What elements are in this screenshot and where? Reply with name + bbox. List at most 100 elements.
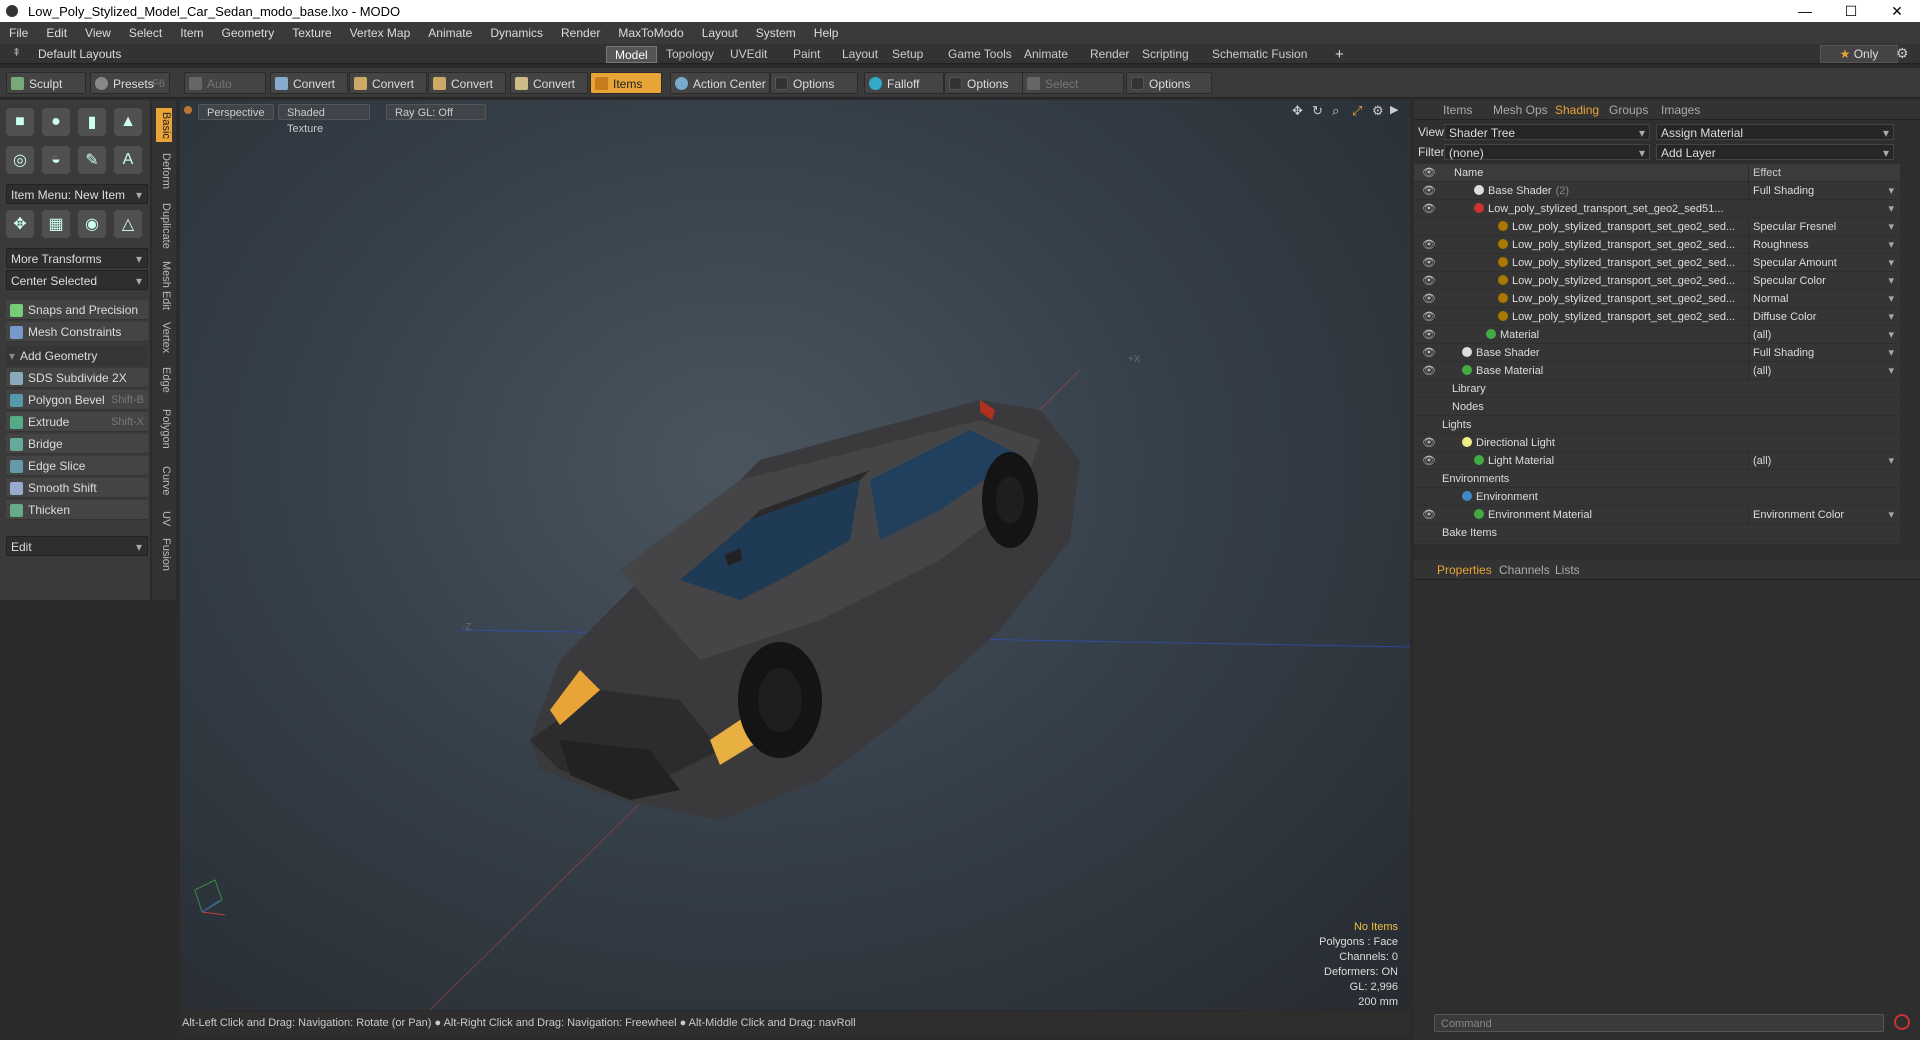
effect-cell[interactable]: (all)	[1748, 362, 1898, 380]
minimize-button[interactable]: —	[1782, 0, 1828, 22]
default-layouts-dropdown[interactable]: Default Layouts	[38, 47, 121, 61]
tree-row[interactable]: Environment	[1414, 488, 1900, 506]
tab-channels[interactable]: Channels	[1492, 562, 1557, 579]
eye-icon[interactable]: 👁	[1422, 254, 1436, 272]
eye-icon[interactable]: 👁	[1422, 344, 1436, 362]
tab-animate[interactable]: Animate	[1016, 46, 1076, 63]
tree-row[interactable]: 👁 Environment Material Environment Color	[1414, 506, 1900, 524]
menu-system[interactable]: System	[747, 26, 805, 40]
vtab-edge[interactable]: Edge	[156, 364, 172, 396]
vtab-deform[interactable]: Deform	[156, 148, 172, 194]
convert-edge-button[interactable]: Convert	[349, 72, 427, 94]
globe-icon[interactable]: ◉	[78, 210, 106, 238]
eye-icon[interactable]: 👁	[1422, 362, 1436, 380]
tool-thicken[interactable]: Thicken	[6, 500, 148, 520]
menu-item[interactable]: Item	[171, 26, 212, 40]
eye-icon[interactable]: 👁	[1422, 182, 1436, 200]
tree-row[interactable]: 👁 Low_poly_stylized_transport_set_geo2_se…	[1414, 200, 1900, 218]
effect-column-header[interactable]: Effect	[1748, 164, 1898, 182]
transform-icon[interactable]: ✥	[6, 210, 34, 238]
tree-row[interactable]: 👁 Base Material (all)	[1414, 362, 1900, 380]
more-transforms-dropdown[interactable]: More Transforms	[6, 248, 148, 269]
view-dropdown[interactable]: Shader Tree	[1444, 124, 1650, 141]
vtab-basic[interactable]: Basic	[156, 108, 172, 142]
eye-icon[interactable]: 👁	[1422, 290, 1436, 308]
menu-layout[interactable]: Layout	[693, 26, 747, 40]
action-center-options-button[interactable]: Options	[770, 72, 858, 94]
menu-maxtomodo[interactable]: MaxToModo	[609, 26, 692, 40]
tab-setup[interactable]: Setup	[884, 46, 931, 63]
eye-icon[interactable]: 👁	[1422, 452, 1436, 470]
menu-dynamics[interactable]: Dynamics	[481, 26, 552, 40]
tab-model[interactable]: Model	[606, 46, 657, 63]
maximize-button[interactable]: ☐	[1828, 0, 1874, 22]
tab-topology[interactable]: Topology	[658, 46, 722, 63]
capsule-icon[interactable]: ◒	[42, 146, 70, 174]
tree-row[interactable]: Nodes	[1414, 398, 1900, 416]
pyramid-icon[interactable]: △	[114, 210, 142, 238]
menu-geometry[interactable]: Geometry	[213, 26, 284, 40]
gear-icon[interactable]: ⚙	[1896, 45, 1909, 62]
eye-icon[interactable]: 👁	[1422, 272, 1436, 290]
items-mode-button[interactable]: Items	[590, 72, 662, 94]
vtab-duplicate[interactable]: Duplicate	[156, 200, 172, 252]
falloff-options-button[interactable]: Options	[944, 72, 1024, 94]
3d-viewport[interactable]: Perspective Shaded Texture Ray GL: Off ✥…	[180, 100, 1410, 1010]
menu-render[interactable]: Render	[552, 26, 609, 40]
effect-cell[interactable]: (all)	[1748, 452, 1898, 470]
tree-row[interactable]: 👁 Low_poly_stylized_transport_set_geo2_se…	[1414, 290, 1900, 308]
text-icon[interactable]: A	[114, 146, 142, 174]
menu-file[interactable]: File	[0, 26, 37, 40]
effect-cell[interactable]: Full Shading	[1748, 344, 1898, 362]
vtab-vertex[interactable]: Vertex	[156, 318, 172, 358]
vtab-fusion[interactable]: Fusion	[156, 538, 172, 572]
sphere-icon[interactable]: ●	[42, 108, 70, 136]
select-options-button[interactable]: Options	[1126, 72, 1212, 94]
tab-uvedit[interactable]: UVEdit	[722, 46, 775, 63]
tool-extrude[interactable]: Extrude Shift-X	[6, 412, 148, 432]
cone-icon[interactable]: ▲	[114, 108, 142, 136]
record-icon[interactable]	[1894, 1014, 1910, 1030]
tab-items[interactable]: Items	[1436, 102, 1479, 119]
add-layer-dropdown[interactable]: Add Layer	[1656, 144, 1894, 161]
tree-row[interactable]: Environments	[1414, 470, 1900, 488]
menu-help[interactable]: Help	[805, 26, 848, 40]
effect-cell[interactable]: Specular Fresnel	[1748, 218, 1898, 236]
torus-icon[interactable]: ◎	[6, 146, 34, 174]
tree-row[interactable]: 👁 Low_poly_stylized_transport_set_geo2_se…	[1414, 308, 1900, 326]
tree-row[interactable]: Lights	[1414, 416, 1900, 434]
eye-icon[interactable]: 👁	[1422, 326, 1436, 344]
tree-row[interactable]: 👁 Low_poly_stylized_transport_set_geo2_se…	[1414, 254, 1900, 272]
mesh-constraints-button[interactable]: Mesh Constraints	[6, 322, 148, 342]
cylinder-icon[interactable]: ▮	[78, 108, 106, 136]
tool-sds-subdivide-2x[interactable]: SDS Subdivide 2X	[6, 368, 148, 388]
effect-cell[interactable]: Specular Amount	[1748, 254, 1898, 272]
tool-bridge[interactable]: Bridge	[6, 434, 148, 454]
tab-mesh-ops[interactable]: Mesh Ops	[1486, 102, 1555, 119]
tab-layout[interactable]: Layout	[834, 46, 886, 63]
eye-icon[interactable]: 👁	[1422, 236, 1436, 254]
tab-schematic-fusion[interactable]: Schematic Fusion	[1204, 46, 1315, 63]
effect-cell[interactable]: Full Shading	[1748, 182, 1898, 200]
convert-polygon-button[interactable]: Convert	[428, 72, 506, 94]
menu-select[interactable]: Select	[120, 26, 171, 40]
center-selected-dropdown[interactable]: Center Selected	[6, 270, 148, 291]
tree-row[interactable]: Low_poly_stylized_transport_set_geo2_sed…	[1414, 218, 1900, 236]
add-geometry-header[interactable]: ▾ Add Geometry	[6, 346, 148, 366]
vtab-mesh-edit[interactable]: Mesh Edit	[156, 258, 172, 312]
cube-icon[interactable]: ■	[6, 108, 34, 136]
effect-cell[interactable]: Normal	[1748, 290, 1898, 308]
eye-icon[interactable]: 👁	[1422, 434, 1436, 452]
tree-row[interactable]: 👁 Directional Light	[1414, 434, 1900, 452]
select-through-button[interactable]: Select Through	[1022, 72, 1124, 113]
eye-icon[interactable]: 👁	[1422, 308, 1436, 326]
command-input[interactable]: Command	[1434, 1014, 1884, 1032]
tab-images[interactable]: Images	[1654, 102, 1707, 119]
auto-select-button[interactable]: Auto Select	[184, 72, 266, 113]
tool-edge-slice[interactable]: Edge Slice	[6, 456, 148, 476]
tab-game-tools[interactable]: Game Tools	[940, 46, 1020, 63]
vtab-polygon[interactable]: Polygon	[156, 402, 172, 456]
tree-row[interactable]: 👁 Low_poly_stylized_transport_set_geo2_se…	[1414, 272, 1900, 290]
tool-smooth-shift[interactable]: Smooth Shift	[6, 478, 148, 498]
close-button[interactable]: ✕	[1874, 0, 1920, 22]
